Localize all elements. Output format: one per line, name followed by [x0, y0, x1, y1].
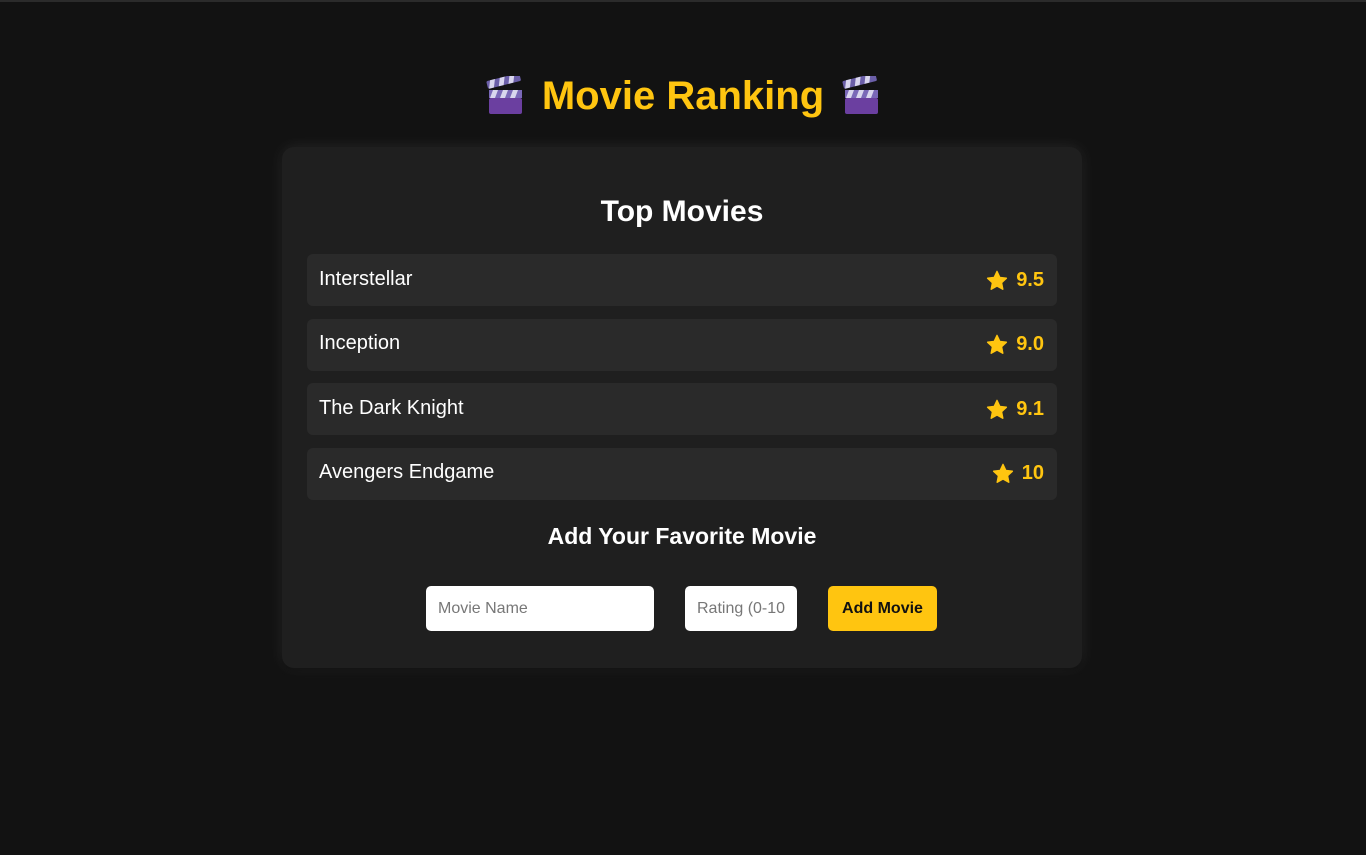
movie-name-input[interactable]: [426, 586, 654, 631]
list-item: Interstellar 9.5: [307, 254, 1057, 306]
movie-name: Interstellar: [319, 267, 413, 290]
list-item: Avengers Endgame 10: [307, 447, 1057, 500]
card-title: Top Movies: [600, 195, 764, 228]
movie-rating: 9.5: [986, 269, 1044, 292]
movie-rating: 10: [992, 462, 1044, 485]
movie-card: Top Movies Interstellar 9.5 Inception 9.…: [282, 147, 1082, 668]
rating-value: 9.5: [1016, 268, 1044, 291]
page-title: Movie Ranking: [541, 74, 825, 118]
clapper-board-icon: [486, 76, 524, 116]
rating-value: 10: [1021, 462, 1044, 484]
add-movie-button[interactable]: Add Movie: [828, 586, 937, 631]
add-movie-form: Add Movie: [282, 586, 1082, 631]
movie-rating: 9.1: [986, 398, 1044, 421]
movie-list: Interstellar 9.5 Inception 9.0 The Dark …: [307, 254, 1057, 512]
list-item: The Dark Knight 9.1: [307, 383, 1057, 435]
rating-value: 9.0: [1016, 333, 1044, 355]
star-icon: [986, 399, 1008, 420]
movie-name: Inception: [319, 332, 401, 354]
movie-name: The Dark Knight: [319, 396, 464, 419]
clapper-board-icon: [842, 76, 880, 116]
star-icon: [986, 334, 1008, 355]
rating-value: 9.1: [1016, 397, 1044, 420]
movie-name: Avengers Endgame: [319, 461, 495, 483]
movie-rating: 9.0: [986, 333, 1044, 356]
rating-input[interactable]: [685, 586, 797, 631]
star-icon: [986, 270, 1008, 291]
add-movie-heading: Add Your Favorite Movie: [547, 523, 817, 549]
star-icon: [992, 463, 1014, 484]
list-item: Inception 9.0: [307, 318, 1057, 371]
page-header: Movie Ranking: [0, 72, 1366, 120]
